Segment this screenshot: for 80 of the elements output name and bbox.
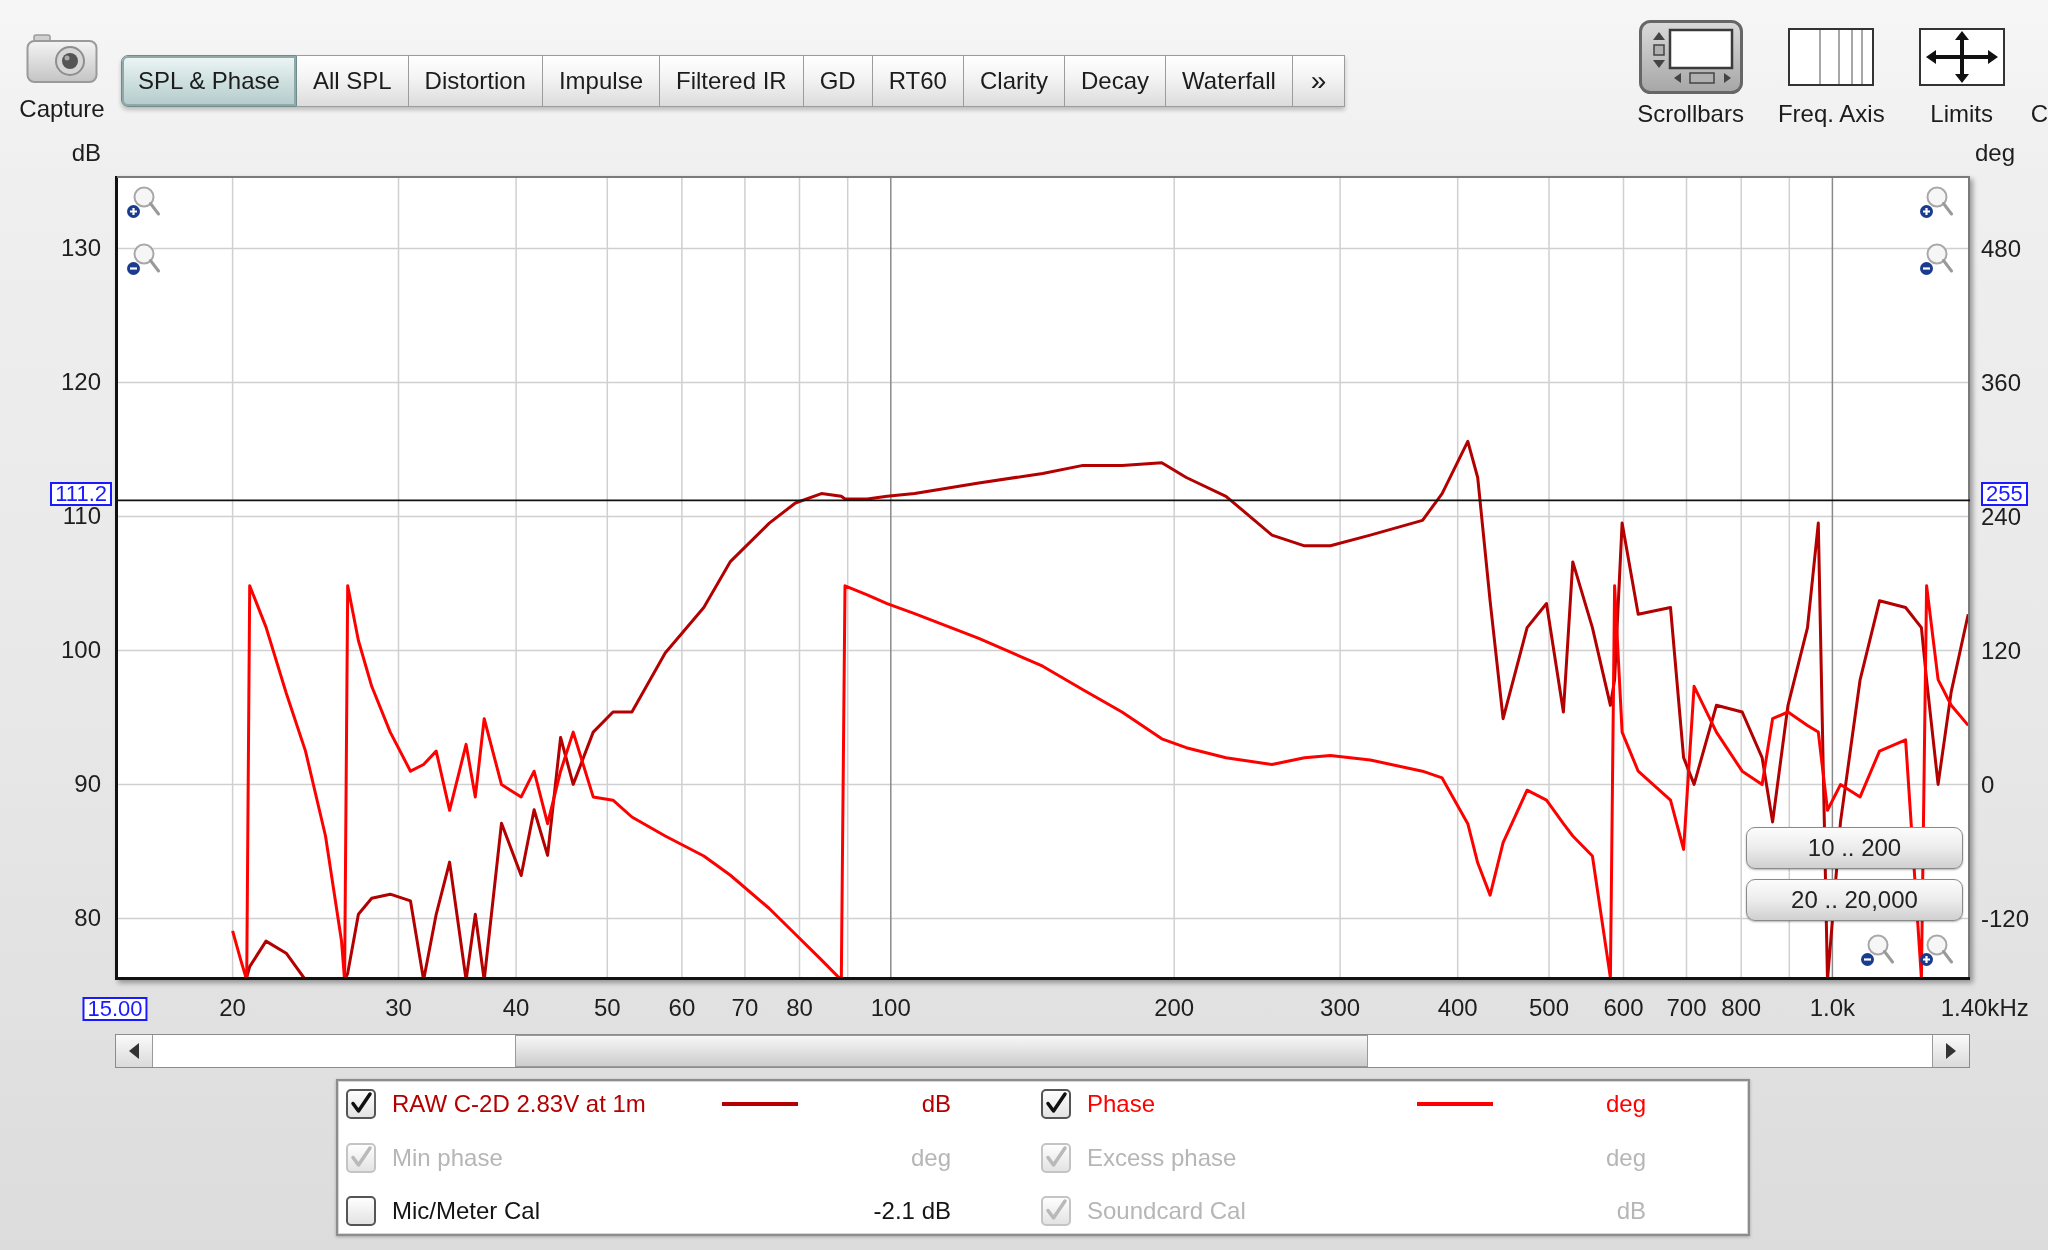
axis-tick-label: 1.0k bbox=[1809, 998, 1856, 1018]
axis-tick-label: 20 bbox=[219, 998, 246, 1018]
tab[interactable]: Impulse bbox=[542, 55, 660, 107]
axis-tick-label: 300 bbox=[1320, 998, 1361, 1018]
tab[interactable]: SPL & Phase bbox=[121, 55, 297, 107]
caret-right-icon bbox=[1946, 1043, 1956, 1059]
checkbox[interactable] bbox=[1041, 1089, 1071, 1119]
camera-icon bbox=[26, 32, 98, 84]
axis-tick-label: 120 bbox=[60, 372, 101, 393]
legend-label: Soundcard Cal bbox=[1087, 1197, 1246, 1225]
axis-unit-label: deg bbox=[1975, 140, 2016, 166]
tab[interactable]: Decay bbox=[1065, 55, 1166, 107]
axis-tick-label: 200 bbox=[1154, 998, 1195, 1018]
axis-tick-label: 700 bbox=[1666, 998, 1707, 1018]
axis-tick-label: 80 bbox=[786, 998, 813, 1018]
toolbar-button[interactable]: C bbox=[2030, 101, 2048, 127]
legend-value: deg bbox=[1605, 1090, 1646, 1118]
tab[interactable]: All SPL bbox=[296, 55, 409, 107]
toolbar-button[interactable]: Limits bbox=[1910, 0, 2013, 127]
legend-label: Phase bbox=[1087, 1090, 1156, 1118]
legend-value: deg bbox=[1605, 1143, 1646, 1172]
checkbox[interactable] bbox=[346, 1089, 376, 1119]
axis-tick-label: 130 bbox=[60, 238, 101, 259]
scroll-right-button[interactable] bbox=[1932, 1035, 1969, 1067]
axis-tick-label: 110 bbox=[62, 506, 101, 527]
legend-label: Excess phase bbox=[1087, 1143, 1237, 1172]
axis-tick-label: 500 bbox=[1529, 998, 1569, 1018]
axis-tick-label: -120 bbox=[1981, 908, 2030, 929]
caret-left-icon bbox=[129, 1043, 139, 1059]
axis-unit-label: Hz bbox=[1999, 998, 2029, 1018]
axis-tick-label: 800 bbox=[1721, 998, 1762, 1018]
legend-value: -2.1 dB bbox=[873, 1197, 951, 1225]
legend-label: Mic/Meter Cal bbox=[392, 1197, 541, 1225]
capture-button[interactable]: Capture bbox=[12, 32, 112, 122]
axis-tick-label: 480 bbox=[1981, 238, 2022, 259]
cursor-readout: 15.00 bbox=[82, 997, 148, 1021]
axis-unit-label: dB bbox=[71, 140, 101, 166]
axis-tick-label: 0 bbox=[1981, 774, 1995, 795]
zoom-out-icon[interactable] bbox=[1860, 933, 1894, 967]
axis-tick-label: 40 bbox=[502, 998, 530, 1018]
scroll-left-button[interactable] bbox=[116, 1035, 153, 1067]
legend-label: Min phase bbox=[392, 1143, 503, 1172]
legend-value: dB bbox=[921, 1090, 951, 1118]
axis-tick-label: 60 bbox=[668, 998, 696, 1018]
legend-value: deg bbox=[910, 1143, 951, 1172]
cursor-readout: 255 bbox=[1981, 482, 2028, 507]
axis-tick-label: 90 bbox=[74, 774, 101, 795]
toolbar-button[interactable]: Freq. Axis bbox=[1769, 0, 1893, 127]
cursor-readout: 111.2 bbox=[50, 482, 112, 507]
axis-tick-label: 120 bbox=[1981, 640, 2022, 661]
tab[interactable]: Clarity bbox=[963, 55, 1065, 107]
tab[interactable]: RT60 bbox=[872, 55, 964, 107]
legend-value: dB bbox=[1616, 1197, 1646, 1225]
zoom-in-icon[interactable] bbox=[1919, 185, 1953, 219]
range-button[interactable]: 20 .. 20,000 bbox=[1746, 879, 1963, 921]
axis-tick-label: 80 bbox=[74, 908, 101, 929]
zoom-out-icon[interactable] bbox=[1919, 242, 1953, 276]
range-button[interactable]: 10 .. 200 bbox=[1746, 827, 1963, 869]
tab[interactable]: GD bbox=[803, 55, 873, 107]
tab[interactable]: Waterfall bbox=[1166, 55, 1293, 107]
zoom-in-icon[interactable] bbox=[1919, 933, 1953, 967]
axis-tick-label: 1.40k bbox=[1940, 998, 2000, 1018]
axis-tick-label: 100 bbox=[60, 640, 101, 661]
toolbar-button[interactable]: Scrollbars bbox=[1629, 0, 1752, 127]
axis-tick-label: 30 bbox=[385, 998, 412, 1018]
zoom-in-icon[interactable] bbox=[126, 185, 160, 219]
tab[interactable]: Filtered IR bbox=[660, 55, 804, 107]
axis-tick-label: 50 bbox=[593, 998, 621, 1018]
more-tabs-button[interactable]: » bbox=[1292, 55, 1346, 107]
axis-tick-label: 100 bbox=[870, 998, 911, 1018]
axis-tick-label: 360 bbox=[1981, 372, 2022, 393]
axis-tick-label: 70 bbox=[731, 998, 759, 1018]
axis-tick-label: 400 bbox=[1437, 998, 1478, 1018]
legend-label: RAW C-2D 2.83V at 1m bbox=[392, 1090, 646, 1118]
axis-tick-label: 240 bbox=[1981, 506, 2022, 527]
scrollbar-thumb[interactable] bbox=[515, 1035, 1368, 1067]
axis-tick-label: 600 bbox=[1603, 998, 1644, 1018]
zoom-out-icon[interactable] bbox=[126, 242, 160, 276]
checkbox[interactable] bbox=[346, 1196, 376, 1226]
tab[interactable]: Distortion bbox=[408, 55, 543, 107]
